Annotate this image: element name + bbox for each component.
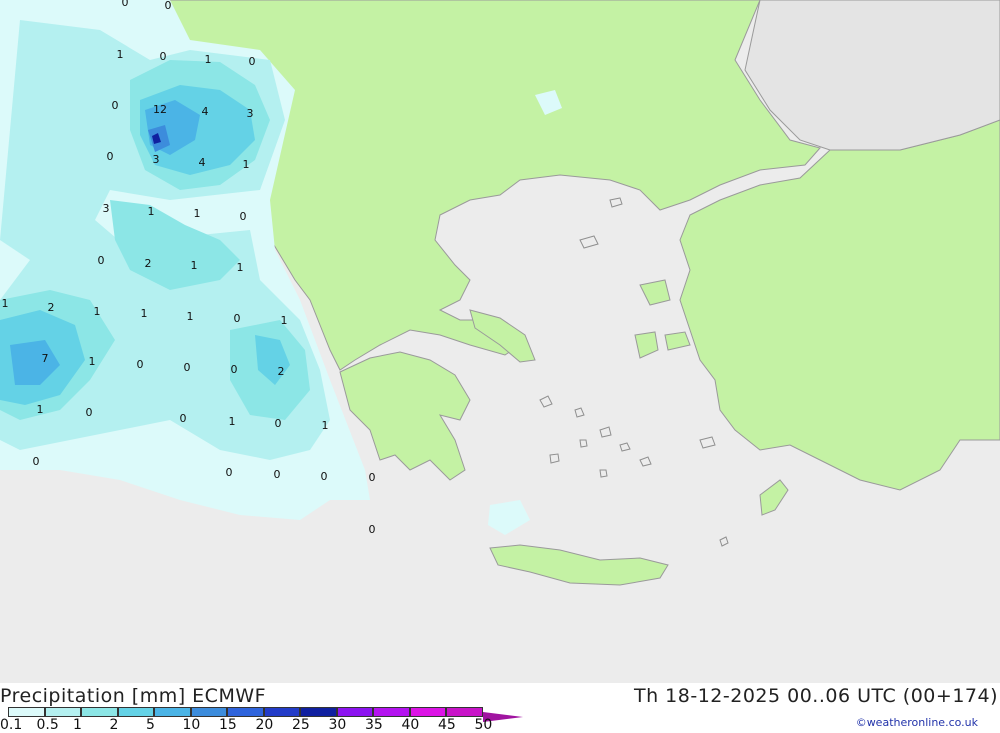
value-label: 1 — [281, 314, 288, 327]
precipitation-map: 0 0 1 0 1 0 0 12 4 3 0 3 4 1 3 1 1 0 0 2 1 1 1 2 1 1 1 0 1 7 1 0 0 0 2 1 0 0 1… — [0, 0, 1000, 683]
value-label: 0 — [122, 0, 129, 9]
value-label: 1 — [229, 415, 236, 428]
legend-swatch — [482, 707, 523, 722]
value-label: 0 — [33, 455, 40, 468]
value-label: 7 — [42, 352, 49, 365]
legend-tick-label: 25 — [292, 717, 310, 733]
value-label: 12 — [153, 103, 167, 116]
legend-swatch — [44, 707, 81, 717]
value-label: 1 — [205, 53, 212, 66]
legend-swatch — [117, 707, 154, 717]
legend-swatch — [300, 707, 337, 717]
value-label: 3 — [153, 153, 160, 166]
value-label: 0 — [240, 210, 247, 223]
value-label: 1 — [194, 207, 201, 220]
value-label: 0 — [180, 412, 187, 425]
value-label: 2 — [145, 257, 152, 270]
value-label: 0 — [231, 363, 238, 376]
legend-tick-label: 1 — [73, 717, 82, 733]
legend-tick-label: 0.1 — [0, 717, 23, 733]
value-label: 0 — [275, 417, 282, 430]
value-label: 1 — [237, 261, 244, 274]
legend-tick-label: 50 — [474, 717, 493, 733]
legend-tick-label: 45 — [438, 717, 456, 733]
legend-swatch — [263, 707, 300, 717]
value-label: 3 — [247, 107, 254, 120]
legend-swatch — [409, 707, 446, 717]
value-label: 0 — [86, 406, 93, 419]
legend-tick-label: 2 — [109, 717, 119, 733]
legend-tick-label: 20 — [255, 717, 274, 733]
legend-tick-label: 30 — [328, 717, 347, 733]
value-label: 3 — [103, 202, 110, 215]
value-label: 0 — [226, 466, 233, 479]
value-label: 1 — [117, 48, 124, 61]
value-label: 1 — [94, 305, 101, 318]
value-label: 1 — [243, 158, 250, 171]
value-label: 0 — [160, 50, 167, 63]
legend-swatch — [154, 707, 191, 717]
legend-tick-label: 5 — [146, 717, 155, 733]
value-label: 1 — [322, 419, 329, 432]
value-label: 0 — [369, 523, 376, 536]
value-label: 1 — [2, 297, 9, 310]
value-label: 0 — [274, 468, 281, 481]
legend-swatch — [446, 707, 483, 717]
value-label: 1 — [37, 403, 44, 416]
legend-swatch — [190, 707, 227, 717]
value-label: 0 — [321, 470, 328, 483]
value-label: 0 — [369, 471, 376, 484]
forecast-datetime: Th 18-12-2025 00..06 UTC (00+174) — [633, 685, 998, 707]
value-label: 2 — [48, 301, 55, 314]
legend-tick-label: 35 — [365, 717, 383, 733]
value-label: 2 — [278, 365, 285, 378]
legend-swatch — [373, 707, 410, 717]
value-label: 4 — [199, 156, 206, 169]
value-label: 0 — [107, 150, 114, 163]
value-label: 0 — [112, 99, 119, 112]
credit-link[interactable]: ©weatheronline.co.uk — [856, 716, 978, 729]
legend-swatch — [8, 707, 45, 717]
legend-swatch — [81, 707, 118, 717]
legend-swatch — [336, 707, 373, 717]
legend-swatch — [227, 707, 264, 717]
value-label: 0 — [165, 0, 172, 12]
value-label: 0 — [234, 312, 241, 325]
value-label: 0 — [98, 254, 105, 267]
map-footer: Precipitation [mm] ECMWF Th 18-12-2025 0… — [0, 683, 1000, 733]
legend-tick-label: 15 — [219, 717, 237, 733]
legend-tick-label: 40 — [401, 717, 420, 733]
legend-ticks: 0.1 0.5 1 2 5 10 15 20 25 30 35 40 45 50 — [0, 717, 520, 733]
value-label: 0 — [137, 358, 144, 371]
value-label: 1 — [89, 355, 96, 368]
value-label: 0 — [249, 55, 256, 68]
legend-tick-label: 0.5 — [36, 717, 59, 733]
value-label: 1 — [148, 205, 155, 218]
value-label: 0 — [184, 361, 191, 374]
map-title: Precipitation [mm] ECMWF — [0, 685, 267, 707]
value-label: 1 — [141, 307, 148, 320]
value-label: 4 — [202, 105, 209, 118]
legend-tick-label: 10 — [182, 717, 201, 733]
value-label: 1 — [191, 259, 198, 272]
value-label: 1 — [187, 310, 194, 323]
